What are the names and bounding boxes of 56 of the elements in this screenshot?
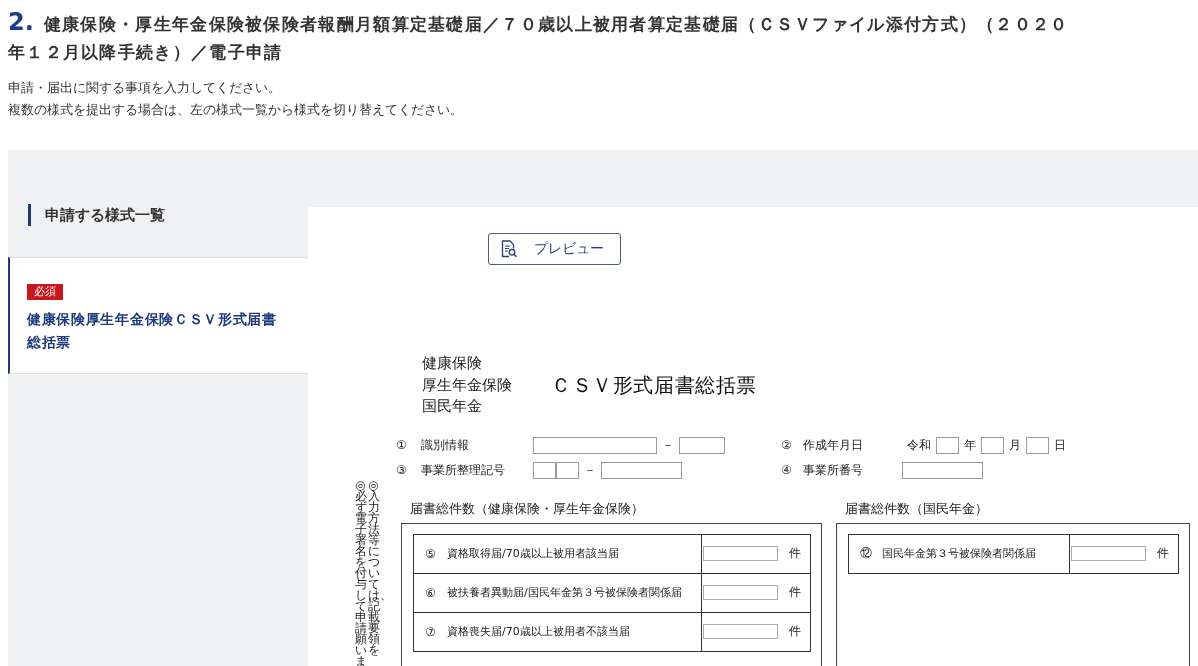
count-field[interactable] <box>1071 546 1146 561</box>
sidebar-item-label[interactable]: 健康保険厚生年金保険ＣＳＶ形式届書総括票 <box>27 308 288 354</box>
sidebar-item[interactable]: 必須 健康保険厚生年金保険ＣＳＶ形式届書総括票 <box>8 257 308 374</box>
item-number: ⑦ <box>425 624 437 639</box>
insurance-type-text: 厚生年金保険 <box>422 374 512 396</box>
item-number: ③ <box>396 463 408 477</box>
page-title: 2. 健康保険・厚生年金保険被保険者報酬月額算定基礎届／７０歳以上被用者算定基礎届（ＣＳＶファイル添付方式）（２０２０年１２月以降手続き）／電子申請 <box>8 8 1070 64</box>
section-heading: 届書総件数（国民年金） <box>844 500 989 517</box>
insurance-type-text: 健康保険 <box>422 353 483 374</box>
unit-text: 件 <box>1157 545 1169 562</box>
count-field[interactable] <box>703 585 778 600</box>
field-inline-text: 令和 <box>907 436 931 454</box>
item-number: ⑫ <box>860 545 873 562</box>
field-inline-text: 年 <box>964 436 976 454</box>
count-field[interactable] <box>703 546 778 561</box>
required-badge: 必須 <box>27 284 63 300</box>
instruction-text: 申請・届出に関する事項を入力してください。 <box>8 79 282 97</box>
field-inline-text: 日 <box>1054 436 1066 454</box>
accent-bar-icon <box>28 204 31 226</box>
item-number: ② <box>781 438 793 452</box>
row-label: 国民年金第３号被保険者関係届 <box>882 546 1036 561</box>
input-field[interactable] <box>601 461 682 479</box>
input-field[interactable] <box>902 461 983 479</box>
item-number: ④ <box>781 463 793 477</box>
instruction-text: 複数の様式を提出する場合は、左の様式一覧から様式を切り替えてください。 <box>8 101 464 119</box>
field-inline-text: － <box>662 436 674 454</box>
document-search-icon <box>501 240 517 258</box>
item-number: ⑥ <box>425 585 437 600</box>
field-inline-text: － <box>584 461 596 479</box>
field-label: 作成年月日 <box>803 436 864 454</box>
sidebar-heading: 申請する様式一覧 <box>45 205 165 225</box>
unit-text: 件 <box>789 584 801 601</box>
input-field[interactable] <box>936 436 959 454</box>
unit-text: 件 <box>789 623 801 640</box>
item-number: ⑤ <box>425 546 437 561</box>
row-label: 資格喪失届/70歳以上被用者不該当届 <box>447 624 630 639</box>
input-field[interactable] <box>533 461 556 479</box>
insurance-type-text: 国民年金 <box>422 396 483 417</box>
input-field[interactable] <box>533 436 657 454</box>
row-label: 被扶養者異動届/国民年金第３号被保険者関係届 <box>447 585 682 600</box>
section-heading: 届書総件数（健康保険・厚生年金保険） <box>409 500 645 517</box>
input-field[interactable] <box>556 461 579 479</box>
field-label: 事業所整理記号 <box>421 461 506 479</box>
vertical-note: ◎必ず電子署名を付与して申請願いま <box>355 479 367 666</box>
input-field[interactable] <box>679 436 725 454</box>
row-label: 資格取得届/70歳以上被用者該当届 <box>447 546 619 561</box>
field-label: 識別情報 <box>421 436 470 454</box>
field-inline-text: 月 <box>1009 436 1021 454</box>
document-title: ＣＳＶ形式届書総括票 <box>551 371 757 399</box>
unit-text: 件 <box>789 545 801 562</box>
field-label: 事業所番号 <box>803 461 864 479</box>
input-field[interactable] <box>981 436 1004 454</box>
count-field[interactable] <box>703 624 778 639</box>
preview-button[interactable]: プレビュー <box>488 233 621 265</box>
input-field[interactable] <box>1026 436 1049 454</box>
item-number: ① <box>396 438 408 452</box>
